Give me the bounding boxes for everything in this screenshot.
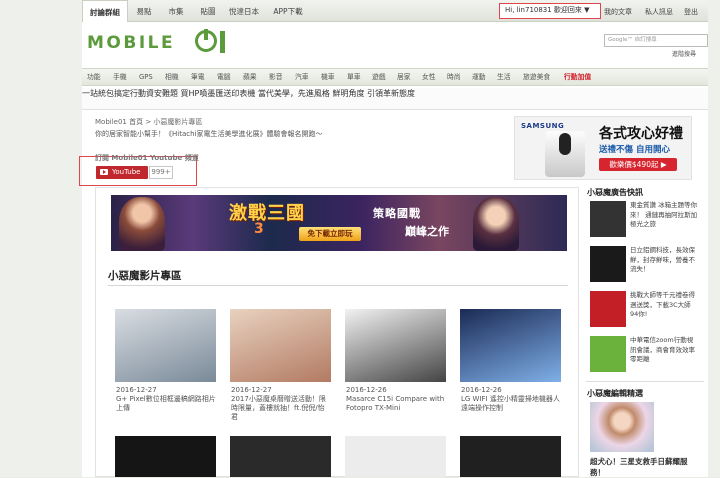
sidebar-ad-item[interactable]: 中華電信zoom行動視訊會議，商會育效效率零距離: [590, 336, 700, 374]
banner-slogan: 策略國戰: [373, 207, 421, 220]
advanced-search-link[interactable]: 進階搜尋: [672, 49, 696, 58]
banner-cta-button[interactable]: 免下載立即玩: [299, 227, 361, 241]
breadcrumb[interactable]: Mobile01 首頁 > 小惡魔影片專區: [95, 117, 202, 127]
category-nav: 功能 手機 GPS 相機 筆電 電腦 蘋果 影音 汽車 機車 單車 遊戲 居家 …: [82, 68, 708, 86]
sidebar-ads-title: 小惡魔廣告快訊: [587, 188, 643, 197]
nav-item[interactable]: 手機: [113, 69, 127, 86]
video-thumbnail[interactable]: [460, 309, 561, 382]
video-thumbnail[interactable]: [230, 309, 331, 382]
tab-forum[interactable]: 討論群組: [82, 0, 128, 22]
youtube-icon: [100, 169, 108, 175]
tab-app-download[interactable]: APP下載: [268, 0, 308, 22]
banner-character-right: [473, 197, 519, 251]
video-date: 2016-12-26: [346, 386, 387, 394]
sidebar-ad-image: [590, 291, 626, 327]
video-title-link[interactable]: G+ Pixel數位相框邊稿網路相片上傳: [116, 395, 216, 413]
nav-item[interactable]: 時尚: [447, 69, 461, 86]
user-greeting-menu[interactable]: Hi, lin710831 歡迎回來 ▼: [499, 3, 601, 19]
nav-item[interactable]: 蘋果: [243, 69, 257, 86]
logo-one-mark: [220, 31, 225, 53]
video-title-link[interactable]: LG WIFI 遙控小精靈掃地機器人遠端操作控制: [461, 395, 561, 413]
sidebar-ad-text: 挑戰大師等千元禮卷得週送獎，下載3C大師94你!: [630, 291, 695, 318]
video-date: 2016-12-27: [231, 386, 272, 394]
samsung-ad[interactable]: SAMSUNG 各式攻心好禮 送禮不傷 自用開心 歡樂價$490起 ▶: [514, 116, 692, 180]
tab-stickers[interactable]: 貼圖: [194, 0, 222, 22]
sidebar-ad-item[interactable]: 東金質讚 冰箱主題等你來！ 通鏈再抽阿拉斯加極光之旅: [590, 201, 700, 239]
sidebar-ad-text: 中華電信zoom行動視訊會議，商會育效效率零距離: [630, 336, 695, 363]
sidebar-feature-caption[interactable]: 超犬心！三星支救手日蘇耀服務！: [590, 456, 700, 478]
ad-brand-logo: SAMSUNG: [521, 122, 565, 130]
nav-item[interactable]: 旅遊美食: [523, 69, 550, 86]
banner-title: 激戰三國: [229, 203, 305, 224]
subscriber-count-badge: 999+: [149, 166, 173, 179]
sidebar-feature-photo[interactable]: [590, 402, 654, 452]
section-divider: [108, 285, 568, 286]
sidebar-ad-text: 日立鋁鋼科技，長效保鮮，封存鮮味，營養不流失！: [630, 246, 695, 273]
promo-link-bar: 一站統包搞定行動資安難題 買HP噴墨匯送印表機 當代美學，先進風格 鮮明角度 引…: [82, 88, 708, 110]
sidebar-ad-item[interactable]: 挑戰大師等千元禮卷得週送獎，下載3C大師94你!: [590, 291, 700, 329]
nav-item[interactable]: 單車: [347, 69, 361, 86]
logout-link[interactable]: 登出: [684, 0, 698, 22]
ad-cta-button[interactable]: 歡樂價$490起 ▶: [599, 158, 677, 171]
sidebar-ad-item[interactable]: 日立鋁鋼科技，長效保鮮，封存鮮味，營養不流失！: [590, 246, 700, 284]
video-title-link[interactable]: Masarce C15i Compare with Fotopro TX-Min…: [346, 395, 446, 413]
tab-market[interactable]: 市集: [162, 0, 190, 22]
promo-link[interactable]: 買HP噴墨匯送印表機: [181, 89, 256, 98]
nav-item[interactable]: 生活: [497, 69, 511, 86]
nav-item[interactable]: 遊戲: [372, 69, 386, 86]
logo-text: MOBILE: [87, 33, 176, 53]
video-title-link[interactable]: 2017小惡魔桌曆贈送活動！限時限量，蓋樓就抽！ft.倪倪/怡君: [231, 395, 331, 422]
nav-item-highlight[interactable]: 行動加值: [564, 69, 591, 86]
private-messages-link[interactable]: 私人訊息: [645, 0, 673, 22]
nav-item[interactable]: 汽車: [295, 69, 309, 86]
sidebar-feature-title: 小惡魔編輯精選: [587, 389, 643, 398]
nav-item[interactable]: 機車: [321, 69, 335, 86]
video-date: 2016-12-27: [116, 386, 157, 394]
youtube-subscribe-button[interactable]: YouTube: [96, 166, 148, 179]
banner-slogan-2: 巔峰之作: [405, 225, 449, 238]
banner-number: 3: [254, 221, 264, 237]
nav-item[interactable]: 女性: [422, 69, 436, 86]
nav-item[interactable]: 相機: [165, 69, 179, 86]
sidebar-ad-image: [590, 201, 626, 237]
nav-item[interactable]: 筆電: [191, 69, 205, 86]
nav-item[interactable]: 居家: [397, 69, 411, 86]
nav-item[interactable]: GPS: [139, 69, 153, 86]
nav-item[interactable]: 影音: [269, 69, 283, 86]
sidebar-ad-image: [590, 246, 626, 282]
sidebar-divider: [586, 381, 704, 382]
video-thumbnail[interactable]: [115, 309, 216, 382]
tab-easy[interactable]: 易點: [130, 0, 158, 22]
search-input[interactable]: Google™ 自訂搜尋: [604, 34, 708, 47]
video-thumbnail[interactable]: [115, 436, 216, 477]
nav-item[interactable]: 電腦: [217, 69, 231, 86]
video-thumbnail[interactable]: [460, 436, 561, 477]
nav-item[interactable]: 功能: [87, 69, 101, 86]
promo-link[interactable]: 一站統包搞定行動資安難題: [82, 89, 178, 98]
sidebar-ad-text: 東金質讚 冰箱主題等你來！ 通鏈再抽阿拉斯加極光之旅: [630, 201, 698, 228]
promo-link[interactable]: 鮮明角度 引領革新態度: [332, 89, 415, 98]
video-date: 2016-12-26: [461, 386, 502, 394]
ad-subheadline: 送禮不傷 自用開心: [599, 145, 670, 155]
section-title: 小惡魔影片專區: [108, 270, 182, 282]
ad-product-image: [545, 131, 585, 177]
nav-item[interactable]: 運動: [472, 69, 486, 86]
youtube-button-label: YouTube: [112, 168, 141, 176]
video-thumbnail[interactable]: [345, 436, 446, 477]
banner-character-left: [119, 197, 165, 251]
my-posts-link[interactable]: 我的文章: [604, 0, 632, 22]
promo-link[interactable]: 當代美學，先進風格: [258, 89, 330, 98]
ad-headline: 各式攻心好禮: [599, 126, 683, 142]
game-ad-banner[interactable]: 激戰三國 3 免下載立即玩 策略國戰 巔峰之作: [111, 195, 567, 251]
logo-zero-mark: [195, 29, 217, 52]
tab-japan[interactable]: 悅達日本: [225, 0, 263, 22]
video-thumbnail[interactable]: [345, 309, 446, 382]
video-thumbnail[interactable]: [230, 436, 331, 477]
subscribe-title: 訂閱 Mobile01 Youtube 頻道: [95, 154, 199, 162]
headline-link[interactable]: 你的居家智能小幫手！《Hitachi家電生活美學進化展》體驗會報名開跑～: [95, 129, 322, 139]
sidebar-ad-image: [590, 336, 626, 372]
